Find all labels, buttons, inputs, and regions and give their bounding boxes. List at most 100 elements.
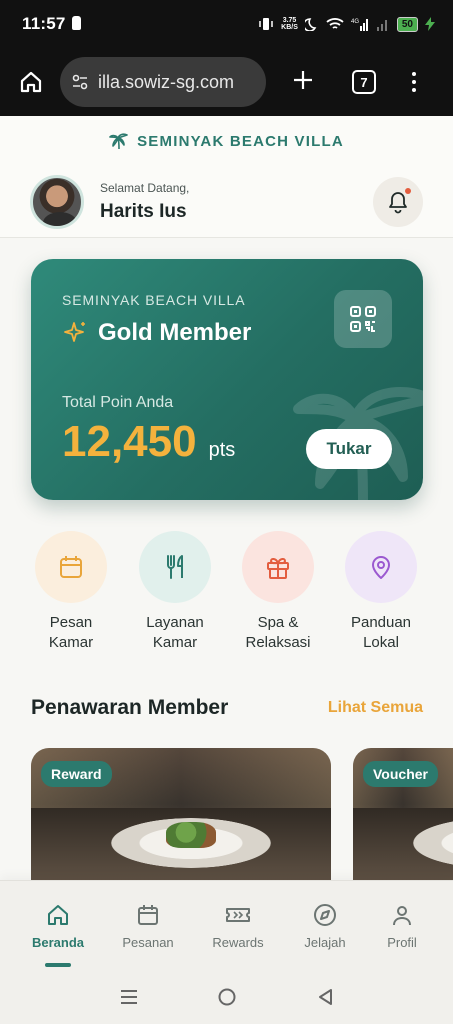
offer-badge: Voucher — [363, 761, 438, 787]
nav-label: Pesanan — [122, 935, 174, 950]
action-spa[interactable]: Spa & Relaksasi — [233, 531, 323, 653]
qr-code-icon — [350, 306, 376, 332]
points-unit: pts — [208, 439, 236, 461]
action-label-line1: Panduan — [350, 614, 412, 631]
active-indicator — [45, 963, 71, 967]
browser-toolbar: illa.sowiz-sg.com 7 — [0, 48, 453, 116]
nav-orders[interactable]: Pesanan — [103, 903, 193, 950]
points-label: Total Poin Anda — [62, 394, 174, 411]
avatar[interactable] — [30, 174, 84, 229]
action-icon-circle — [242, 531, 314, 603]
address-bar[interactable]: illa.sowiz-sg.com — [60, 57, 266, 107]
qr-code-button[interactable] — [334, 290, 392, 348]
action-label-line2: Kamar — [48, 634, 94, 651]
action-label-line2: Lokal — [363, 634, 399, 651]
notifications-button[interactable] — [373, 176, 423, 227]
member-tier: Gold Member — [62, 319, 251, 347]
nav-profile[interactable]: Profil — [357, 903, 447, 950]
offer-card-reward[interactable]: Reward — [31, 748, 331, 888]
brand-name: SEMINYAK BEACH VILLA — [137, 132, 344, 150]
brand-header: SEMINYAK BEACH VILLA — [0, 116, 453, 166]
status-time: 11:57 — [22, 14, 66, 33]
member-tier-label: Gold Member — [98, 319, 252, 346]
points-value: 12,450 — [62, 417, 197, 466]
nav-label: Rewards — [212, 935, 264, 950]
net-speed-value: 3.75 — [282, 17, 297, 24]
home-icon — [48, 905, 68, 925]
action-room-service[interactable]: Layanan Kamar — [130, 531, 220, 653]
signal-icon: 4G — [351, 17, 369, 31]
user-name: Harits Ius — [100, 200, 187, 222]
action-icon-circle — [345, 531, 417, 603]
see-all-link[interactable]: Lihat Semua — [328, 699, 423, 717]
nav-label: Beranda — [31, 935, 85, 950]
action-label-line2: Kamar — [152, 634, 198, 651]
points-total: 12,450 pts — [62, 417, 235, 467]
action-local-guide[interactable]: Panduan Lokal — [336, 531, 426, 653]
action-label: Spa & Relaksasi — [233, 613, 323, 653]
browser-menu-button[interactable] — [412, 72, 416, 92]
offer-card-voucher[interactable]: Voucher — [353, 748, 453, 888]
back-triangle-icon — [318, 989, 332, 1005]
offers-title: Penawaran Member — [31, 696, 229, 719]
notification-dot — [405, 187, 411, 194]
signal-weak-icon — [376, 17, 390, 31]
bottom-nav: Beranda Pesanan Rewards Jelajah Profil — [0, 880, 453, 975]
sparkle-icon — [64, 322, 85, 342]
charging-icon — [425, 17, 435, 31]
action-label-line1: Spa & — [257, 614, 299, 631]
moon-icon — [304, 17, 319, 31]
circle-home-icon — [218, 988, 236, 1006]
action-label-line1: Pesan — [49, 614, 93, 631]
ticket-icon — [226, 908, 250, 922]
system-nav-bar — [0, 975, 453, 1024]
nav-home[interactable]: Beranda — [13, 903, 103, 967]
gift-icon — [267, 557, 289, 579]
action-label-line2: Relaksasi — [245, 634, 311, 651]
user-icon — [393, 906, 411, 926]
offer-badge: Reward — [41, 761, 112, 787]
site-settings-icon[interactable] — [70, 72, 90, 92]
nav-label: Profil — [387, 935, 417, 950]
member-card: SEMINYAK BEACH VILLA Gold Member Total P… — [31, 259, 423, 500]
home-icon — [20, 71, 42, 93]
offers-header: Penawaran Member Lihat Semua — [31, 696, 423, 720]
welcome-row: Selamat Datang, Harits Ius — [0, 166, 453, 238]
net-speed: 3.75 KB/S — [281, 17, 298, 31]
action-icon-circle — [35, 531, 107, 603]
status-bar: 11:57 3.75 KB/S 4G 50 — [0, 0, 453, 48]
map-pin-icon — [372, 556, 390, 579]
calendar-icon — [138, 905, 158, 925]
action-book-room[interactable]: Pesan Kamar — [26, 531, 116, 653]
tab-switcher-button[interactable]: 7 — [352, 70, 376, 94]
action-label: Panduan Lokal — [336, 613, 426, 653]
redeem-button[interactable]: Tukar — [306, 429, 392, 469]
new-tab-button[interactable] — [288, 65, 318, 99]
utensils-icon — [167, 555, 183, 579]
nav-rewards[interactable]: Rewards — [193, 903, 283, 950]
svg-text:4G: 4G — [351, 19, 359, 25]
url-text: illa.sowiz-sg.com — [98, 71, 235, 92]
action-label: Layanan Kamar — [130, 613, 220, 653]
action-label: Pesan Kamar — [26, 613, 116, 653]
palm-icon — [109, 133, 128, 150]
vibrate-icon — [258, 17, 274, 31]
lock-icon — [71, 16, 81, 30]
status-icons: 3.75 KB/S 4G 50 — [258, 16, 435, 32]
card-villa-name: SEMINYAK BEACH VILLA — [62, 292, 246, 308]
menu-lines-icon — [121, 990, 138, 1004]
browser-home-button[interactable] — [14, 65, 48, 99]
system-home-button[interactable] — [217, 987, 237, 1012]
calendar-icon — [60, 556, 82, 578]
system-back-button[interactable] — [316, 987, 334, 1012]
compass-icon — [314, 904, 336, 926]
plus-icon — [294, 71, 312, 89]
net-speed-unit: KB/S — [281, 24, 298, 31]
battery-level: 50 — [396, 16, 418, 32]
action-icon-circle — [139, 531, 211, 603]
recents-button[interactable] — [119, 988, 139, 1011]
wifi-icon — [326, 17, 344, 31]
greeting-text: Selamat Datang, — [100, 180, 190, 195]
action-label-line1: Layanan — [146, 614, 204, 631]
quick-actions: Pesan Kamar Layanan Kamar Spa & Relaksasi P… — [0, 531, 453, 661]
